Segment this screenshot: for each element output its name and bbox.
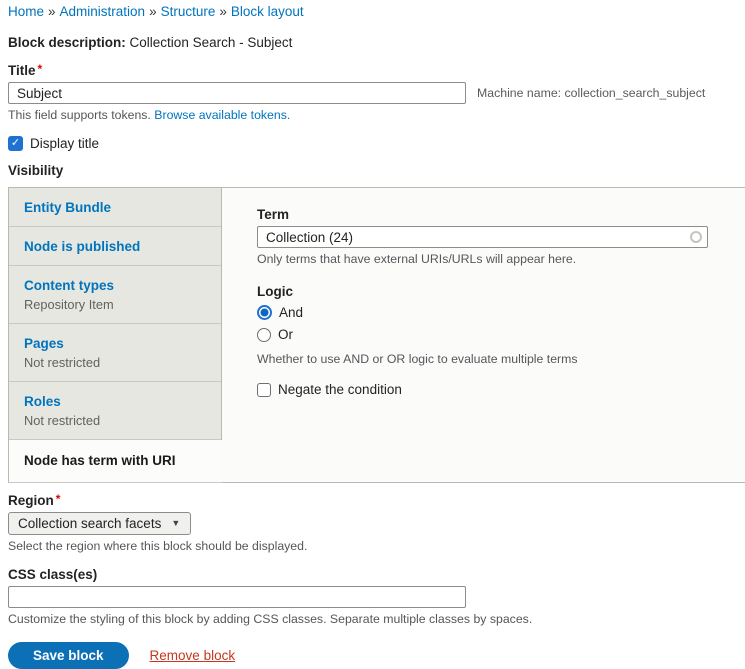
title-label: Title* bbox=[8, 63, 745, 78]
region-label: Region* bbox=[8, 493, 745, 508]
title-label-text: Title bbox=[8, 63, 36, 78]
logic-label: Logic bbox=[257, 284, 725, 299]
tab-node-has-term-with-uri[interactable]: Node has term with URI bbox=[9, 440, 222, 483]
form-actions: Save block Remove block bbox=[8, 642, 745, 669]
tab-title: Entity Bundle bbox=[24, 199, 206, 216]
tab-pages[interactable]: Pages Not restricted bbox=[9, 324, 221, 382]
tab-summary: Not restricted bbox=[24, 355, 206, 371]
css-classes-form-item: CSS class(es) Customize the styling of t… bbox=[8, 567, 745, 627]
tab-roles[interactable]: Roles Not restricted bbox=[9, 382, 221, 440]
block-description-label: Block description: bbox=[8, 35, 126, 50]
breadcrumb-separator: » bbox=[149, 4, 157, 19]
display-title-label: Display title bbox=[30, 136, 99, 151]
visibility-tab-pane: Term Only terms that have external URIs/… bbox=[222, 188, 745, 483]
display-title-checkbox[interactable]: ✓ bbox=[8, 136, 23, 151]
negate-condition-option[interactable]: Negate the condition bbox=[257, 382, 725, 397]
or-radio[interactable] bbox=[257, 328, 271, 342]
tab-title: Roles bbox=[24, 393, 206, 410]
tab-title: Node is published bbox=[24, 238, 206, 255]
block-description-value: Collection Search - Subject bbox=[130, 35, 293, 50]
region-select-value: Collection search facets bbox=[18, 516, 161, 531]
title-input[interactable] bbox=[8, 82, 466, 104]
tab-title: Node has term with URI bbox=[24, 452, 207, 469]
display-title-option[interactable]: ✓ Display title bbox=[8, 136, 745, 151]
region-select[interactable]: Collection search facets ▼ bbox=[8, 512, 191, 535]
logic-option-and[interactable]: And bbox=[257, 303, 725, 322]
required-asterisk: * bbox=[38, 62, 43, 76]
remove-block-link[interactable]: Remove block bbox=[150, 648, 236, 663]
breadcrumb: Home»Administration»Structure»Block layo… bbox=[8, 4, 745, 19]
visibility-heading: Visibility bbox=[8, 163, 745, 178]
region-description: Select the region where this block shoul… bbox=[8, 539, 745, 554]
term-description: Only terms that have external URIs/URLs … bbox=[257, 252, 725, 267]
and-radio[interactable] bbox=[257, 305, 272, 320]
tab-content-types[interactable]: Content types Repository Item bbox=[9, 266, 221, 324]
tab-summary: Repository Item bbox=[24, 297, 206, 313]
block-description: Block description: Collection Search - S… bbox=[8, 35, 745, 50]
block-configure-page: Home»Administration»Structure»Block layo… bbox=[0, 0, 745, 669]
tab-node-is-published[interactable]: Node is published bbox=[9, 227, 221, 266]
visibility-tabs-menu: Entity Bundle Node is published Content … bbox=[8, 188, 222, 483]
autocomplete-status-icon bbox=[690, 231, 702, 243]
region-label-text: Region bbox=[8, 493, 54, 508]
breadcrumb-link-structure[interactable]: Structure bbox=[161, 4, 216, 19]
css-classes-description: Customize the styling of this block by a… bbox=[8, 612, 745, 627]
negate-condition-label: Negate the condition bbox=[278, 382, 402, 397]
breadcrumb-separator: » bbox=[219, 4, 227, 19]
tab-entity-bundle[interactable]: Entity Bundle bbox=[9, 188, 221, 227]
breadcrumb-separator: » bbox=[48, 4, 56, 19]
breadcrumb-link-home[interactable]: Home bbox=[8, 4, 44, 19]
and-radio-label: And bbox=[279, 305, 303, 320]
css-classes-label: CSS class(es) bbox=[8, 567, 745, 582]
term-label: Term bbox=[257, 207, 725, 222]
term-autocomplete-input[interactable] bbox=[257, 226, 708, 248]
breadcrumb-link-administration[interactable]: Administration bbox=[60, 4, 146, 19]
save-block-button[interactable]: Save block bbox=[8, 642, 129, 669]
logic-option-or[interactable]: Or bbox=[257, 325, 725, 344]
required-asterisk: * bbox=[56, 492, 61, 506]
title-description-text: This field supports tokens. bbox=[8, 108, 151, 122]
tab-summary: Not restricted bbox=[24, 413, 206, 429]
visibility-vertical-tabs: Entity Bundle Node is published Content … bbox=[8, 187, 745, 483]
machine-name: Machine name: collection_search_subject bbox=[477, 86, 705, 100]
tab-title: Pages bbox=[24, 335, 206, 352]
negate-condition-checkbox[interactable] bbox=[257, 383, 271, 397]
tab-title: Content types bbox=[24, 277, 206, 294]
region-form-item: Region* Collection search facets ▼ Selec… bbox=[8, 493, 745, 554]
or-radio-label: Or bbox=[278, 327, 293, 342]
browse-tokens-link[interactable]: Browse available tokens. bbox=[154, 108, 290, 122]
title-form-item: Title* Machine name: collection_search_s… bbox=[8, 63, 745, 123]
logic-description: Whether to use AND or OR logic to evalua… bbox=[257, 352, 725, 367]
title-description: This field supports tokens. Browse avail… bbox=[8, 108, 745, 123]
breadcrumb-link-block-layout[interactable]: Block layout bbox=[231, 4, 304, 19]
chevron-down-icon: ▼ bbox=[171, 519, 180, 528]
css-classes-input[interactable] bbox=[8, 586, 466, 608]
